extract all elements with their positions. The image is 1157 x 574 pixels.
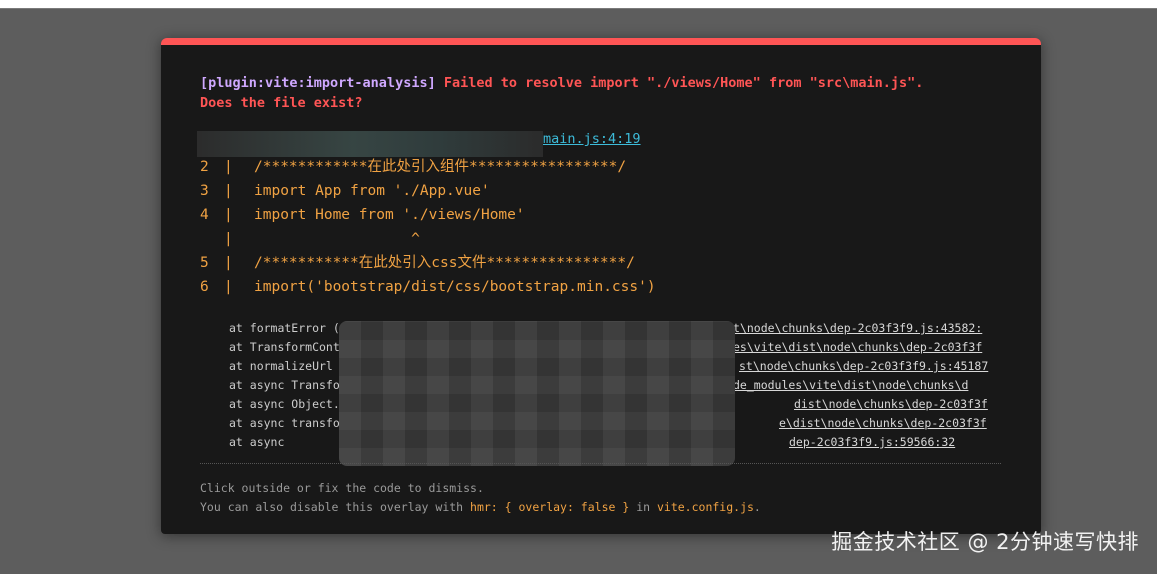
vite-config-filename: vite.config.js <box>656 500 754 514</box>
code-line: 4 | import Home from './views/Home' <box>200 203 1000 227</box>
gutter-bar: | <box>224 159 233 175</box>
code-line: 5 | /***********在此处引入css文件****************… <box>200 251 1000 275</box>
redacted-file-path <box>197 131 543 157</box>
line-number: 4 <box>200 207 209 223</box>
stack-frame-text: at async Transfo <box>229 378 340 392</box>
browser-top-strip <box>0 0 1157 8</box>
error-message-line2: Does the file exist? <box>200 95 363 111</box>
stack-frame-location[interactable]: dist\node\chunks\dep-2c03f3f <box>794 395 988 414</box>
stack-frame-text: at formatError ( <box>229 321 340 335</box>
watermark-text: 掘金技术社区 @ 2分钟速写快排 <box>831 530 1139 554</box>
stack-frame-text: at normalizeUrl <box>229 359 333 373</box>
code-line: | ^ <box>200 227 1000 251</box>
stack-frame-location[interactable]: st\node\chunks\dep-2c03f3f9.js:45187 <box>739 357 988 376</box>
gutter-bar: | <box>224 231 233 247</box>
code-text: import('bootstrap/dist/css/bootstrap.min… <box>254 279 656 295</box>
stack-frame-location[interactable]: t\node\chunks\dep-2c03f3f9.js:43582: <box>733 319 982 338</box>
error-message: [plugin:vite:import-analysis] Failed to … <box>200 73 1010 113</box>
code-line: 3 | import App from './App.vue' <box>200 179 1000 203</box>
error-overlay-window[interactable]: [plugin:vite:import-analysis] Failed to … <box>161 38 1041 534</box>
code-line: 2 | /************在此处引入组件*****************/ <box>200 155 1000 179</box>
error-message-line1: Failed to resolve import "./views/Home" … <box>435 75 924 91</box>
stack-frame-text: at TransformCont <box>229 340 340 354</box>
gutter-bar: | <box>224 255 233 271</box>
line-number: 6 <box>200 279 209 295</box>
error-file-link[interactable]: main.js:4:19 <box>543 131 641 147</box>
stack-frame-location[interactable]: e\dist\node\chunks\dep-2c03f3f <box>779 414 987 433</box>
code-text: /***********在此处引入css文件****************/ <box>254 255 635 271</box>
hmr-config-code: hmr: { overlay: false } <box>470 500 630 514</box>
dismiss-tip: Click outside or fix the code to dismiss… <box>200 479 761 517</box>
gutter-bar: | <box>224 207 233 223</box>
stack-frame-text: at async transform <box>229 416 354 430</box>
redacted-stack-region <box>339 321 735 466</box>
code-text: /************在此处引入组件*****************/ <box>254 159 627 175</box>
stack-frame-text: at async Object. <box>229 397 340 411</box>
top-divider <box>0 8 1157 9</box>
code-line: 6 | import('bootstrap/dist/css/bootstrap.m… <box>200 275 1000 299</box>
tip-line2-mid: in <box>629 500 657 514</box>
tip-line1: Click outside or fix the code to dismiss… <box>200 481 484 495</box>
gutter-bar: | <box>224 183 233 199</box>
stack-frame-location[interactable]: de_modules\vite\dist\node\chunks\d <box>733 376 968 395</box>
line-number: 5 <box>200 255 209 271</box>
tip-line2-prefix: You can also disable this overlay with <box>200 500 471 514</box>
stack-frame-location[interactable]: es\vite\dist\node\chunks\dep-2c03f3f <box>733 338 982 357</box>
line-number: 2 <box>200 159 209 175</box>
plugin-name: [plugin:vite:import-analysis] <box>200 75 436 91</box>
stack-frame-text: at async <box>229 435 285 449</box>
gutter-bar: | <box>224 279 233 295</box>
stack-frame-location[interactable]: dep-2c03f3f9.js:59566:32 <box>789 433 955 452</box>
code-frame: 2 | /************在此处引入组件*****************/… <box>200 155 1000 299</box>
caret-marker: ^ <box>254 231 420 247</box>
line-number: 3 <box>200 183 209 199</box>
tip-line2-suffix: . <box>753 500 761 514</box>
code-text: import App from './App.vue' <box>254 183 490 199</box>
dotted-divider <box>200 463 1001 464</box>
code-text: import Home from './views/Home' <box>254 207 525 223</box>
